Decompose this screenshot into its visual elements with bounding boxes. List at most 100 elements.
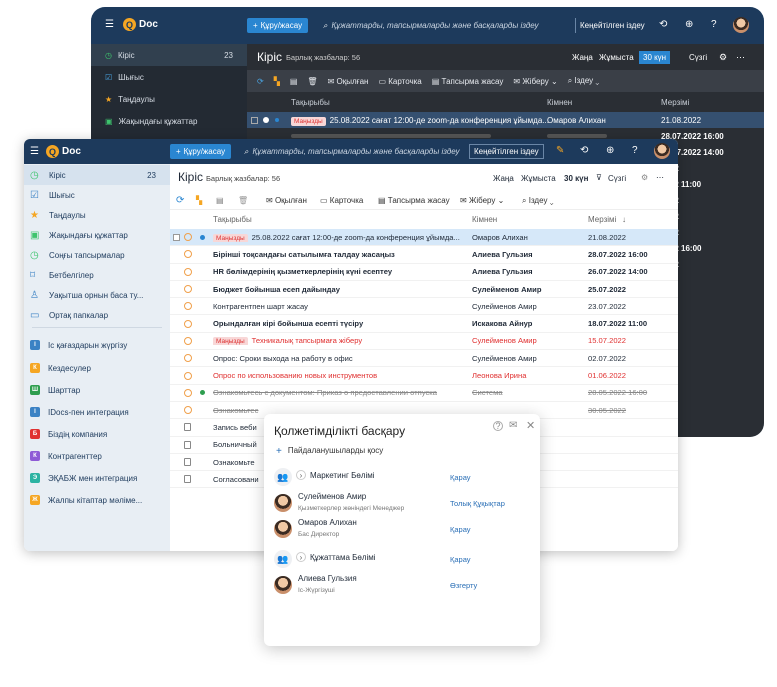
table-row[interactable]: HR бөлімдерінің қызметкерлерінің күні ес… [170, 264, 678, 281]
more-icon[interactable]: ⋯ [656, 173, 664, 182]
dark-sidebar-item-outbox[interactable]: ☑ Шығыс [91, 66, 247, 88]
add-users-button[interactable]: + Пайдаланушыларды қосу [276, 446, 383, 457]
read-button[interactable]: ✉ Оқылған [328, 77, 369, 86]
expand-chevron-icon[interactable]: › [296, 552, 306, 562]
col-deadline[interactable]: Мерзімі [661, 98, 689, 107]
sidebar-item[interactable]: К Контрагенттер [24, 446, 170, 466]
language-icon[interactable]: ⊕ [606, 145, 614, 156]
sidebar-item[interactable]: ◷ Соңғы тапсырмалар [24, 245, 170, 265]
settings-icon[interactable]: ⚙ [719, 52, 727, 63]
sidebar-item[interactable]: ▭ Ортақ папкалар [24, 305, 170, 325]
dark-help-icon[interactable]: ? [711, 19, 717, 30]
close-icon[interactable]: ✕ [526, 419, 535, 432]
find-button[interactable]: ⌕ Іздеу ⌄ [522, 196, 553, 206]
table-row[interactable]: Орындалған кірі бойынша есепті түсіру Иск… [170, 315, 678, 333]
access-level-link[interactable]: Қарау [450, 473, 471, 482]
filter-button[interactable]: Сүзгі [608, 174, 626, 183]
sidebar-label: Жақындағы құжаттар [49, 230, 128, 240]
paste-icon[interactable]: ▤ [216, 196, 224, 205]
dark-create-button[interactable]: + Құру/жасау [247, 18, 309, 33]
col-deadline[interactable]: Мерзімі [588, 215, 616, 224]
send-button[interactable]: ✉ Жіберу ⌄ [460, 196, 504, 205]
filter-new[interactable]: Жаңа [493, 174, 514, 183]
filter-inwork[interactable]: Жұмыста [599, 53, 634, 62]
dark-sidebar-item-favorites[interactable]: ★ Таңдаулы [91, 88, 247, 110]
sidebar-item[interactable]: ⌑ Бетбелгілер [24, 265, 170, 285]
sidebar-item[interactable]: Б Біздің компания [24, 424, 170, 444]
filter-button[interactable]: Сүзгі [689, 53, 707, 62]
col-subject[interactable]: Тақырыбы [291, 98, 330, 107]
dark-bell-icon[interactable]: ⟲ [659, 19, 667, 30]
sidebar-item[interactable]: К Кездесулер [24, 358, 170, 378]
paste-icon[interactable]: ▤ [290, 77, 298, 86]
col-subject[interactable]: Тақырыбы [213, 215, 252, 224]
sidebar-item[interactable]: І IDocs-пен интеграция [24, 402, 170, 422]
col-from[interactable]: Кімнен [547, 98, 572, 107]
light-search-input[interactable]: ⌕ Құжаттарды, тапсырмаларды және басқалар… [244, 144, 466, 159]
delete-icon[interactable]: 🗑 [307, 77, 317, 86]
sidebar-item[interactable]: ★ Таңдаулы [24, 205, 170, 225]
sidebar-item[interactable]: ▣ Жақындағы құжаттар [24, 225, 170, 245]
mail-icon[interactable]: ✉ [509, 420, 517, 431]
sidebar-item[interactable]: Ж Жалпы кітаптар мәліме... [24, 490, 170, 510]
sidebar-item[interactable]: ◷ Кіріс 23 [24, 165, 170, 185]
table-row[interactable]: Бюджет бойынша есеп дайындау Сулейменов А… [170, 281, 678, 299]
light-avatar[interactable] [654, 143, 670, 159]
light-advanced-search[interactable]: Кеңейтілген іздеу [469, 144, 544, 159]
dark-table-row[interactable]: Маңызды 25.08.2022 сағат 12:00-де zoom-да… [247, 112, 764, 128]
table-row[interactable]: Ознакомьтесь с документом: Приказ о пред… [170, 385, 678, 402]
menu-icon[interactable]: ☰ [30, 146, 39, 157]
checkbox[interactable] [173, 233, 180, 241]
sidebar-item[interactable]: Э ЭҚАБЖ мен интеграция [24, 468, 170, 488]
help-icon[interactable]: ? [632, 145, 638, 156]
dark-sidebar-item-inbox[interactable]: ◷ Кіріс 23 [91, 44, 247, 66]
filter-icon[interactable]: ⊽ [596, 173, 602, 182]
copy-icon[interactable]: ▚ [196, 196, 202, 205]
sidebar-item[interactable]: ☑ Шығыс [24, 185, 170, 205]
card-button[interactable]: ▭ Карточка [378, 77, 421, 86]
more-icon[interactable]: ⋯ [736, 52, 745, 63]
dark-advanced-search[interactable]: Кеңейтілген іздеу [575, 18, 649, 33]
table-row[interactable]: Опрос по использованию новых инструменто… [170, 367, 678, 385]
refresh-icon[interactable]: ⟳ [176, 195, 184, 206]
table-row[interactable]: Бірінші тоқсандағы сатылымға талдау жаса… [170, 246, 678, 264]
filter-new[interactable]: Жаңа [572, 53, 593, 62]
expand-chevron-icon[interactable]: › [296, 470, 306, 480]
access-level-link[interactable]: Қарау [450, 525, 471, 534]
col-from[interactable]: Кімнен [472, 215, 497, 224]
table-row[interactable]: Маңызды Техникалық тапсырмаға жіберу Сулей… [170, 333, 678, 351]
read-button[interactable]: ✉ Оқылған [266, 196, 307, 205]
filter-30days[interactable]: 30 күн [564, 174, 588, 183]
settings-icon[interactable]: ⚙ [641, 173, 648, 182]
dark-language-icon[interactable]: ⊕ [685, 19, 693, 30]
light-create-button[interactable]: + Құру/жасау [170, 144, 232, 159]
access-level-link[interactable]: Қарау [450, 555, 471, 564]
filter-30days[interactable]: 30 күн [639, 50, 671, 64]
table-row[interactable]: Опрос: Сроки выхода на работу в офис Суле… [170, 350, 678, 368]
task-button[interactable]: ▤ Тапсырма жасау [378, 196, 450, 205]
access-level-link[interactable]: Өзгерту [450, 581, 477, 590]
access-level-link[interactable]: Толық Құқықтар [450, 499, 505, 508]
dark-sidebar-item-recent[interactable]: ▣ Жақындағы құжаттар [91, 110, 247, 132]
sidebar-item[interactable]: ♙ Уақытша орнын баса ту... [24, 285, 170, 305]
table-row[interactable]: Маңызды 25.08.2022 сағат 12:00-де zoom-да… [170, 229, 678, 247]
delete-icon[interactable]: 🗑 [238, 196, 248, 205]
menu-icon[interactable]: ☰ [105, 19, 114, 30]
sidebar-item[interactable]: Ш Шарттар [24, 380, 170, 400]
dark-search-input[interactable]: ⌕ Құжаттарды, тапсырмаларды және басқалар… [323, 18, 573, 33]
send-button[interactable]: ✉ Жіберу ⌄ [513, 77, 557, 86]
card-button[interactable]: ▭ Карточка [320, 196, 363, 205]
table-row[interactable]: Контрагентпен шарт жасау Сулейменов Амир 2… [170, 298, 678, 316]
checkbox[interactable] [251, 116, 258, 124]
help-icon[interactable]: ? [493, 421, 503, 431]
task-button[interactable]: ▤ Тапсырма жасау [432, 77, 504, 86]
copy-icon[interactable]: ▚ [274, 77, 280, 86]
dark-avatar[interactable] [733, 17, 749, 33]
pencil-icon[interactable]: ✎ [556, 145, 564, 156]
find-button[interactable]: ⌕ Іздеу ⌄ [568, 76, 599, 86]
bell-icon[interactable]: ⟲ [580, 145, 588, 156]
sort-down-icon[interactable]: ↓ [622, 215, 626, 224]
refresh-icon[interactable]: ⟳ [257, 77, 264, 86]
sidebar-item[interactable]: І Іс қағаздарын жүргізу [24, 335, 170, 355]
filter-inwork[interactable]: Жұмыста [521, 174, 556, 183]
